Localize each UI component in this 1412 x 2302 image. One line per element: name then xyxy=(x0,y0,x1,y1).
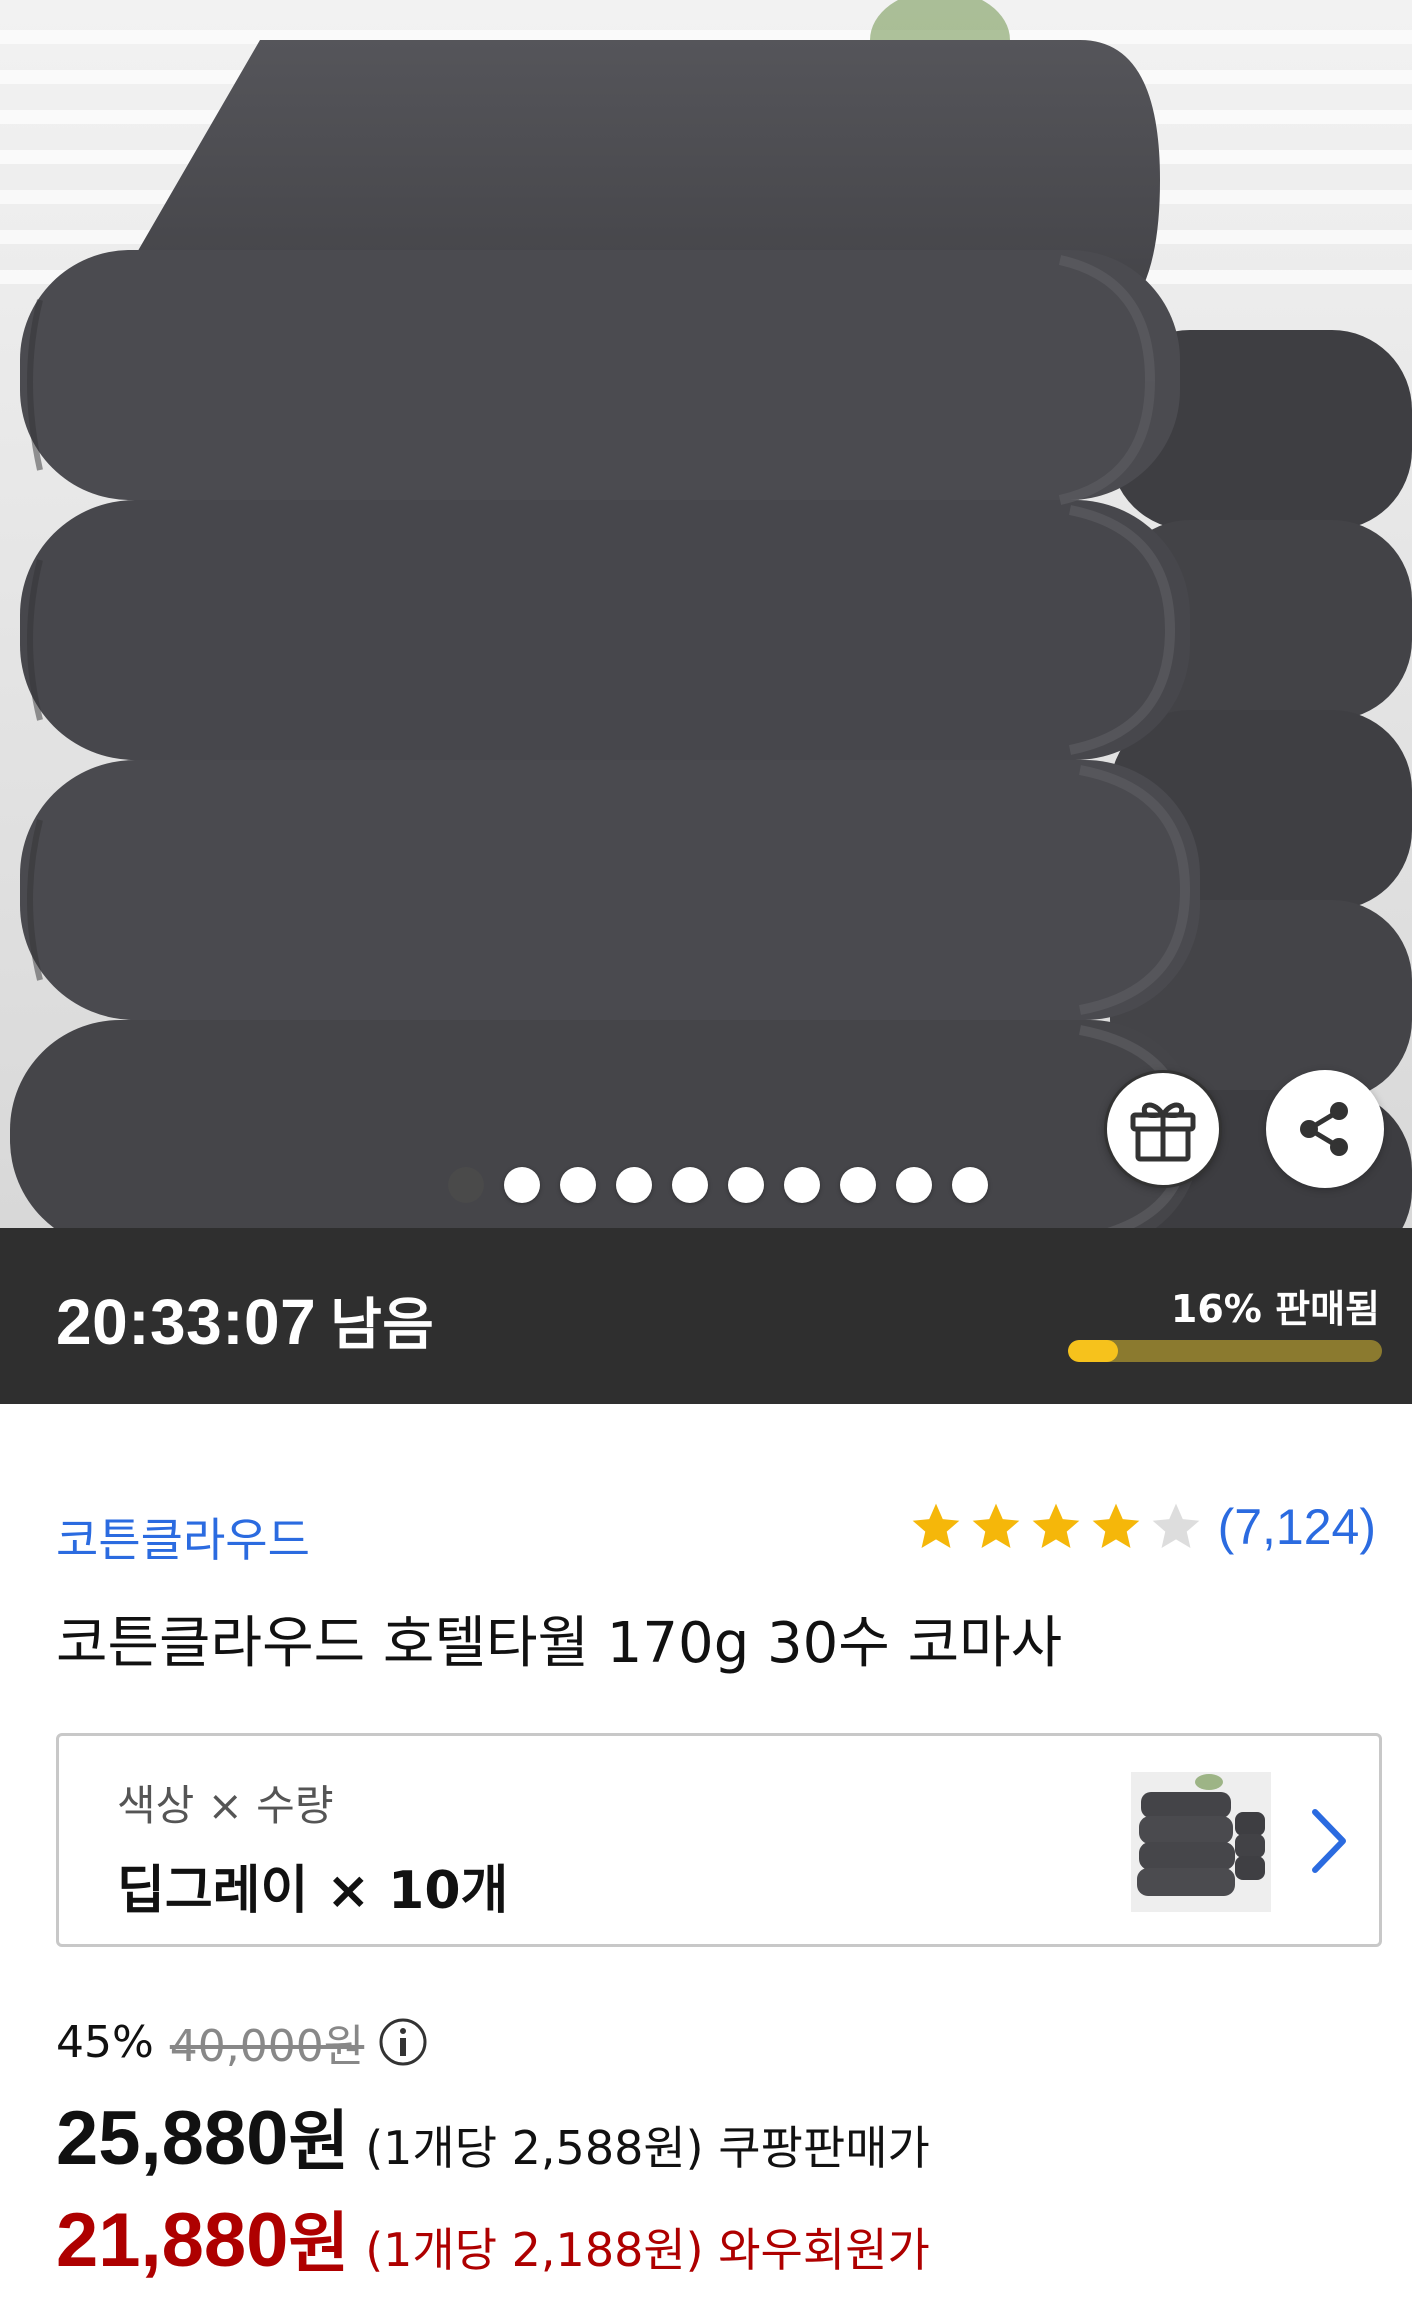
share-icon xyxy=(1300,1102,1348,1156)
coupang-unit-price: (1개당 2,588원) 쿠팡판매가 xyxy=(365,2121,930,2175)
brand-link[interactable]: 코튼클라우드 xyxy=(56,1504,310,1570)
star-filled-icon xyxy=(1032,1503,1079,1548)
time-left-suffix: 남음 xyxy=(330,1293,435,1358)
option-value: 딥그레이 × 10개 xyxy=(117,1861,509,1921)
carousel-dot[interactable] xyxy=(560,1167,596,1203)
star-filled-icon xyxy=(912,1503,959,1548)
gift-icon xyxy=(1130,1102,1196,1162)
wow-price-won: 원 xyxy=(288,2205,350,2282)
sold-progress-fill xyxy=(1068,1340,1119,1362)
carousel-dot[interactable] xyxy=(616,1167,652,1203)
star-empty-icon xyxy=(1152,1503,1199,1548)
info-icon[interactable] xyxy=(378,2017,428,2067)
rating-summary[interactable]: (7,124) xyxy=(908,1498,1376,1556)
coupang-price-row: 25,880원 (1개당 2,588원) 쿠팡판매가 xyxy=(56,2088,930,2184)
carousel-dot[interactable] xyxy=(952,1167,988,1203)
carousel-dot[interactable] xyxy=(896,1167,932,1203)
star-filled-icon xyxy=(1092,1503,1139,1548)
gift-button[interactable] xyxy=(1104,1070,1222,1188)
wow-price-row: 21,880원 (1개당 2,188원) 와우회원가 xyxy=(56,2190,930,2286)
star-filled-icon xyxy=(972,1503,1019,1548)
deal-countdown-bar: 20:33:07 남음 16% 판매됨 xyxy=(0,1228,1412,1404)
rating-stars xyxy=(908,1499,1204,1555)
time-left: 20:33:07 xyxy=(56,1286,317,1358)
wow-price-amount: 21,880 xyxy=(56,2198,289,2283)
carousel-dot[interactable] xyxy=(672,1167,708,1203)
coupang-price-won: 원 xyxy=(288,2103,350,2180)
wow-unit-price: (1개당 2,188원) 와우회원가 xyxy=(365,2223,930,2277)
carousel-dot[interactable] xyxy=(448,1167,484,1203)
option-label: 색상 × 수량 xyxy=(117,1781,334,1830)
discount-row: 45% 40,000원 xyxy=(56,2010,428,2074)
product-photo xyxy=(0,0,1412,1228)
review-count[interactable]: (7,124) xyxy=(1218,1498,1376,1556)
option-thumbnail xyxy=(1131,1772,1271,1912)
option-selector[interactable]: 색상 × 수량 딥그레이 × 10개 xyxy=(56,1733,1382,1947)
product-title: 코튼클라우드 호텔타월 170g 30수 코마사 xyxy=(56,1611,1063,1676)
carousel-dot[interactable] xyxy=(784,1167,820,1203)
sold-percent-label: 16% 판매됨 xyxy=(1170,1287,1380,1331)
wow-price: 21,880원 xyxy=(56,2190,349,2286)
original-price: 40,000원 xyxy=(169,2021,365,2072)
chevron-right-icon[interactable] xyxy=(1297,1806,1357,1876)
carousel-dot[interactable] xyxy=(728,1167,764,1203)
discount-rate: 45% xyxy=(56,2016,154,2068)
coupang-price: 25,880원 xyxy=(56,2088,349,2184)
sold-progress-bar xyxy=(1068,1340,1382,1362)
carousel-dot[interactable] xyxy=(504,1167,540,1203)
coupang-price-amount: 25,880 xyxy=(56,2096,289,2181)
carousel-dot[interactable] xyxy=(840,1167,876,1203)
carousel-indicator xyxy=(448,1167,988,1203)
product-image-carousel[interactable] xyxy=(0,0,1412,1228)
share-button[interactable] xyxy=(1266,1070,1384,1188)
countdown-timer: 20:33:07 남음 xyxy=(56,1280,434,1361)
